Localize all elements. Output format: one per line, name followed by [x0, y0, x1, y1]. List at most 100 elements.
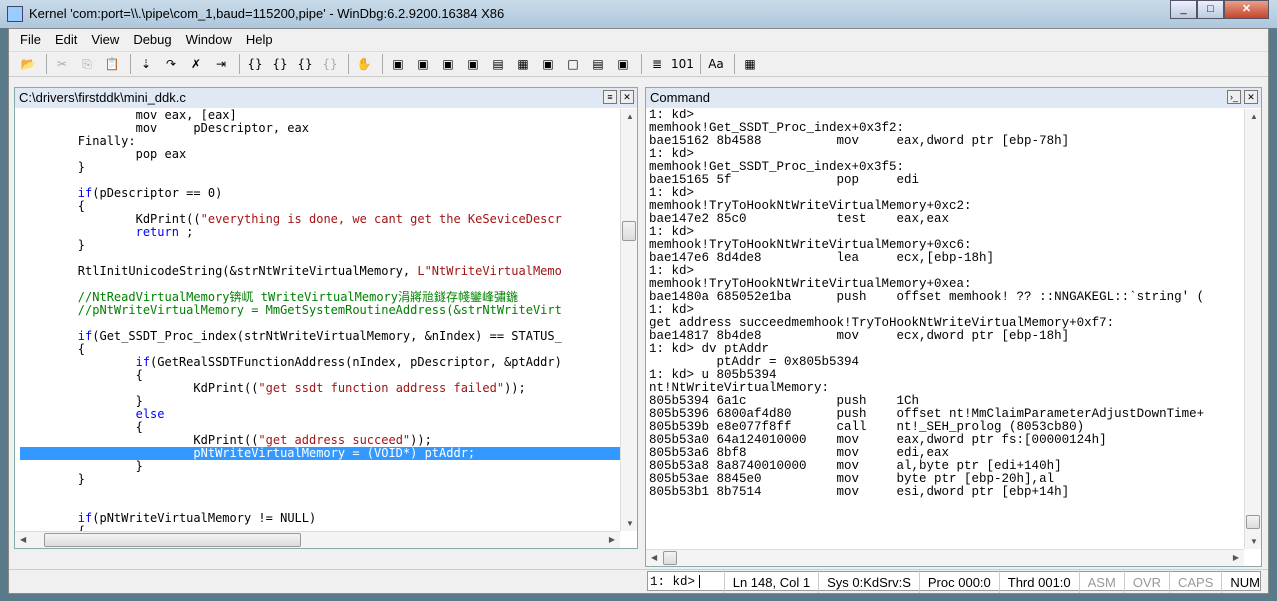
command-output-line: bae15162 8b4588 mov eax,dword ptr [ebp-7… — [649, 134, 1070, 148]
copy-icon[interactable]: ⎘ — [76, 54, 98, 74]
code-token: L"NtWriteVirtualMemo — [417, 264, 562, 278]
scratch-pad-icon[interactable]: □ — [562, 54, 584, 74]
source-line[interactable]: if(pDescriptor == 0) — [20, 187, 620, 200]
command-hscroll-thumb[interactable] — [663, 551, 677, 565]
source-line[interactable]: if(Get_SSDT_Proc_index(strNtWriteVirtual… — [20, 330, 620, 343]
main-frame: File Edit View Debug Window Help 📂 ✂ ⎘ 📋 ⇣ ↷ ✗… — [8, 28, 1269, 594]
source-window: C:\drivers\firstddk\mini_ddk.c ≡ ✕ mov e… — [14, 87, 638, 549]
command-output-line: bae1480a 685052e1ba push offset memhook!… — [649, 290, 1205, 304]
code-token: { — [20, 420, 143, 434]
command-vertical-scrollbar[interactable]: ▲ ▼ — [1244, 109, 1261, 549]
step-out-icon[interactable]: ✗ — [185, 54, 207, 74]
command-output-line: bae15165 5f pop edi — [649, 173, 920, 187]
break-hand-icon[interactable]: ✋ — [353, 54, 375, 74]
code-token: "everything is done, we cant get the KeS… — [200, 212, 562, 226]
registers-window-icon[interactable]: ▣ — [462, 54, 484, 74]
open-icon[interactable]: 📂 — [17, 54, 39, 74]
toolbar: 📂 ✂ ⎘ 📋 ⇣ ↷ ✗ ⇥{}{}{}{} ✋ ▣ ▣ ▣ ▣ ▤ ▦ ▣ □ ▤ ▣ ≣ 101 Aa ▦ — [9, 51, 1268, 77]
code-token: else — [135, 407, 165, 421]
cut-icon[interactable]: ✂ — [51, 54, 73, 74]
disassembly-icon[interactable]: ▣ — [537, 54, 559, 74]
source-step-over-icon[interactable]: {} — [269, 54, 291, 74]
font-icon[interactable]: Aa — [705, 54, 727, 74]
toolbar-separator — [641, 54, 642, 74]
source-run-icon[interactable]: {} — [319, 54, 341, 74]
step-over-icon[interactable]: ↷ — [160, 54, 182, 74]
source-vertical-scrollbar[interactable]: ▲ ▼ — [620, 109, 637, 531]
source-line[interactable]: } — [20, 239, 620, 252]
source-line[interactable]: pop eax — [20, 148, 620, 161]
source-close-icon[interactable]: ✕ — [620, 90, 634, 104]
status-field: ASM — [1078, 570, 1124, 593]
source-line[interactable]: RtlInitUnicodeString(&strNtWriteVirtualM… — [20, 265, 620, 278]
code-token: //NtReadVirtualMemory锛屼 tWriteVirtualMem… — [20, 290, 519, 304]
toolbar-separator — [700, 54, 701, 74]
code-token: if — [135, 355, 151, 369]
source-horizontal-scrollbar[interactable]: ◀ ▶ — [15, 531, 620, 548]
maximize-button[interactable]: □ — [1197, 0, 1224, 19]
source-code[interactable]: mov eax, [eax] mov pDescriptor, eax Fina… — [20, 109, 620, 531]
source-line[interactable]: } — [20, 473, 620, 486]
menu-help[interactable]: Help — [239, 29, 280, 49]
options-icon[interactable]: ▦ — [739, 54, 761, 74]
hex-mode-icon[interactable]: 101 — [671, 54, 694, 74]
toolbar-separator — [239, 54, 240, 74]
command-close-icon[interactable]: ✕ — [1244, 90, 1258, 104]
command-output-line: 805b53b1 8b7514 mov esi,dword ptr [ebp+1… — [649, 485, 1070, 499]
command-output[interactable]: 1: kd> memhook!Get_SSDT_Proc_index+0x3f2:… — [649, 109, 1244, 549]
watch-window-icon[interactable]: ▣ — [412, 54, 434, 74]
toolbar-separator — [382, 54, 383, 74]
status-field: Sys 0:KdSrv:S — [818, 570, 919, 593]
menu-view[interactable]: View — [84, 29, 126, 49]
call-stack-icon[interactable]: ▦ — [512, 54, 534, 74]
source-step-out-icon[interactable]: {} — [294, 54, 316, 74]
code-token: )); — [504, 381, 526, 395]
paste-icon[interactable]: 📋 — [101, 54, 123, 74]
code-token: (Get_SSDT_Proc_index(strNtWriteVirtualMe… — [92, 329, 562, 343]
code-token: } — [20, 160, 86, 174]
menu-edit[interactable]: Edit — [48, 29, 84, 49]
step-into-icon[interactable]: ⇣ — [135, 54, 157, 74]
memory-window-icon[interactable]: ▤ — [487, 54, 509, 74]
toolbar-separator — [46, 54, 47, 74]
command-vscroll-thumb[interactable] — [1246, 515, 1260, 529]
menu-debug[interactable]: Debug — [126, 29, 178, 49]
source-line[interactable]: //pNtWriteVirtualMemory = MmGetSystemRou… — [20, 304, 620, 317]
code-token: ; — [178, 225, 194, 239]
code-token: mov pDescriptor, eax — [20, 121, 309, 135]
code-token: (GetRealSSDTFunctionAddress(nIndex, pDes… — [150, 355, 562, 369]
processes-threads-icon[interactable]: ▤ — [587, 54, 609, 74]
source-hscroll-thumb[interactable] — [44, 533, 301, 547]
minimize-button[interactable]: _ — [1170, 0, 1197, 19]
command-browser-icon[interactable]: ▣ — [612, 54, 634, 74]
source-line[interactable] — [20, 486, 620, 499]
code-token: (pDescriptor == 0) — [92, 186, 223, 200]
command-options-icon[interactable]: ›_ — [1227, 90, 1241, 104]
source-mode-step-icon[interactable]: {} — [244, 54, 266, 74]
command-window-icon[interactable]: ▣ — [387, 54, 409, 74]
code-token: { — [20, 524, 86, 532]
menu-file[interactable]: File — [13, 29, 48, 49]
source-line[interactable]: return ; — [20, 226, 620, 239]
source-vscroll-thumb[interactable] — [622, 221, 636, 241]
close-button[interactable]: ✕ — [1224, 0, 1269, 19]
status-field: OVR — [1123, 570, 1169, 593]
source-line[interactable]: } — [20, 161, 620, 174]
code-token: KdPrint(( — [20, 433, 259, 447]
source-options-icon[interactable]: ≡ — [603, 90, 617, 104]
status-field: NUM — [1221, 570, 1268, 593]
code-token: pop eax — [20, 147, 187, 161]
menu-window[interactable]: Window — [179, 29, 239, 49]
command-window-header: Command ›_ ✕ — [646, 88, 1261, 108]
run-to-cursor-icon[interactable]: ⇥ — [210, 54, 232, 74]
code-token: KdPrint(( — [20, 212, 201, 226]
code-token: "get ssdt function address failed" — [258, 381, 505, 395]
source-line[interactable]: } — [20, 460, 620, 473]
command-horizontal-scrollbar[interactable]: ◀ ▶ — [646, 549, 1244, 566]
status-field: Ln 148, Col 1 — [723, 570, 818, 593]
code-token: { — [20, 199, 86, 213]
locals-window-icon[interactable]: ▣ — [437, 54, 459, 74]
source-mode-icon[interactable]: ≣ — [646, 54, 668, 74]
source-line[interactable]: if(pNtWriteVirtualMemory != NULL) — [20, 512, 620, 525]
